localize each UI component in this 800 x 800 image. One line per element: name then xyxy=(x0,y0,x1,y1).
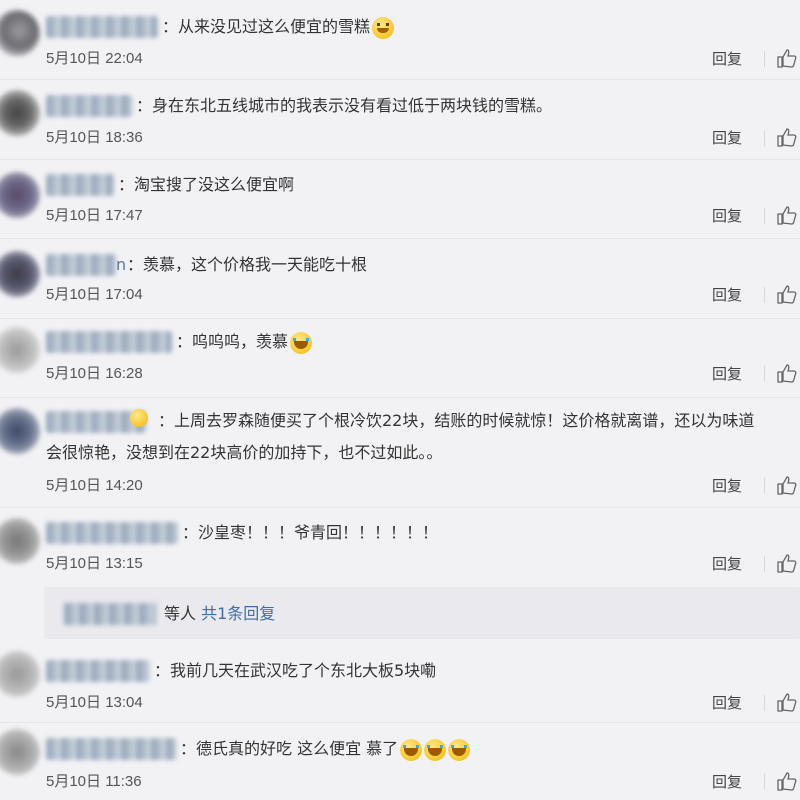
avatar[interactable] xyxy=(0,327,40,373)
badge-icon xyxy=(130,409,148,427)
comment-text: ：呜呜呜，羡慕 xyxy=(176,331,313,354)
username[interactable] xyxy=(46,738,176,760)
view-replies-link[interactable]: 共1条回复 xyxy=(201,604,275,623)
comment-item: n ：羡慕，这个价格我一天能吃十根 5月10日 17:04 回复 xyxy=(0,239,800,319)
comment-time: 5月10日 17:47 xyxy=(46,207,143,224)
username[interactable] xyxy=(46,522,178,544)
reply-button[interactable]: 回复 xyxy=(712,128,742,148)
reply-button[interactable]: 回复 xyxy=(712,476,742,496)
crying-emoji-icon xyxy=(290,331,313,354)
thumbs-up-icon[interactable] xyxy=(776,692,798,712)
thumbs-up-icon[interactable] xyxy=(776,205,798,225)
reply-button[interactable]: 回复 xyxy=(712,364,742,384)
thumbs-up-icon[interactable] xyxy=(776,48,798,68)
comment-item: ：从来没见过这么便宜的雪糕 5月10日 22:04 回复 xyxy=(0,0,800,80)
thumbs-up-icon[interactable] xyxy=(776,771,798,791)
username[interactable] xyxy=(46,95,132,117)
divider xyxy=(764,478,765,494)
divider xyxy=(764,774,765,790)
replies-summary-text: 等人 共1条回复 xyxy=(164,604,276,623)
comment-text: ：德氏真的好吃 这么便宜 慕了 xyxy=(180,738,471,761)
comment-item: ：上周去罗森随便买了个根冷饮22块，结账的时候就惊！这价格就离谱，还以为味道 会… xyxy=(0,398,800,508)
reply-button[interactable]: 回复 xyxy=(712,554,742,574)
divider xyxy=(764,130,765,146)
reply-button[interactable]: 回复 xyxy=(712,693,742,713)
thumbs-up-icon[interactable] xyxy=(776,284,798,304)
comment-time: 5月10日 13:15 xyxy=(46,555,143,572)
avatar[interactable] xyxy=(0,10,40,56)
avatar[interactable] xyxy=(0,90,40,136)
comment-item: ：淘宝搜了没这么便宜啊 5月10日 17:47 回复 xyxy=(0,160,800,239)
reply-usernames xyxy=(64,603,156,625)
thumbs-up-icon[interactable] xyxy=(776,553,798,573)
thumbs-up-icon[interactable] xyxy=(776,127,798,147)
crying-emoji-icon xyxy=(400,738,423,761)
comment-text: ：从来没见过这么便宜的雪糕 xyxy=(162,16,395,39)
comment-item: ：身在东北五线城市的我表示没有看过低于两块钱的雪糕。 5月10日 18:36 回… xyxy=(0,80,800,160)
comment-item: ：沙皇枣！！！爷青回！！！！！！ 5月10日 13:15 回复 xyxy=(0,508,800,588)
avatar[interactable] xyxy=(0,172,40,218)
divider xyxy=(764,695,765,711)
username[interactable] xyxy=(46,254,116,276)
smile-emoji-icon xyxy=(372,16,395,39)
comment-item: ：德氏真的好吃 这么便宜 慕了 5月10日 11:36 回复 xyxy=(0,723,800,800)
reply-button[interactable]: 回复 xyxy=(712,772,742,792)
crying-emoji-icon xyxy=(448,738,471,761)
avatar[interactable] xyxy=(0,251,40,297)
divider xyxy=(764,366,765,382)
comment-time: 5月10日 17:04 xyxy=(46,286,143,303)
username[interactable] xyxy=(46,16,158,38)
comment-time: 5月10日 18:36 xyxy=(46,129,143,146)
comment-text: ：我前几天在武汉吃了个东北大板5块嘞 xyxy=(154,661,437,680)
username[interactable] xyxy=(46,174,114,196)
avatar[interactable] xyxy=(0,518,40,564)
comment-text: ：淘宝搜了没这么便宜啊 xyxy=(118,175,295,194)
divider xyxy=(764,287,765,303)
crying-emoji-icon xyxy=(424,738,447,761)
avatar[interactable] xyxy=(0,651,40,697)
comment-time: 5月10日 22:04 xyxy=(46,50,143,67)
avatar[interactable] xyxy=(0,408,40,454)
replies-summary[interactable]: 等人 共1条回复 xyxy=(44,587,800,639)
username-suffix[interactable]: n xyxy=(116,254,126,276)
comment-item: ：我前几天在武汉吃了个东北大板5块嘞 5月10日 13:04 回复 xyxy=(0,645,800,723)
username[interactable] xyxy=(46,331,172,353)
comment-time: 5月10日 16:28 xyxy=(46,365,143,382)
comment-text: ：上周去罗森随便买了个根冷饮22块，结账的时候就惊！这价格就离谱，还以为味道 xyxy=(158,411,755,430)
reply-button[interactable]: 回复 xyxy=(712,49,742,69)
reply-button[interactable]: 回复 xyxy=(712,285,742,305)
comment-text: ：身在东北五线城市的我表示没有看过低于两块钱的雪糕。 xyxy=(136,96,553,115)
comment-text-line2: 会很惊艳，没想到在22块高价的加持下，也不过如此。。 xyxy=(46,443,443,462)
reply-button[interactable]: 回复 xyxy=(712,206,742,226)
divider xyxy=(764,556,765,572)
comment-time: 5月10日 14:20 xyxy=(46,477,143,494)
divider xyxy=(764,51,765,67)
comment-text: ：羡慕，这个价格我一天能吃十根 xyxy=(127,255,368,274)
comment-time: 5月10日 11:36 xyxy=(46,773,142,790)
avatar[interactable] xyxy=(0,729,40,775)
comment-time: 5月10日 13:04 xyxy=(46,694,143,711)
thumbs-up-icon[interactable] xyxy=(776,363,798,383)
comment-text: ：沙皇枣！！！爷青回！！！！！！ xyxy=(182,523,439,542)
comment-item: ：呜呜呜，羡慕 5月10日 16:28 回复 xyxy=(0,319,800,398)
thumbs-up-icon[interactable] xyxy=(776,475,798,495)
username[interactable] xyxy=(46,660,150,682)
divider xyxy=(764,208,765,224)
